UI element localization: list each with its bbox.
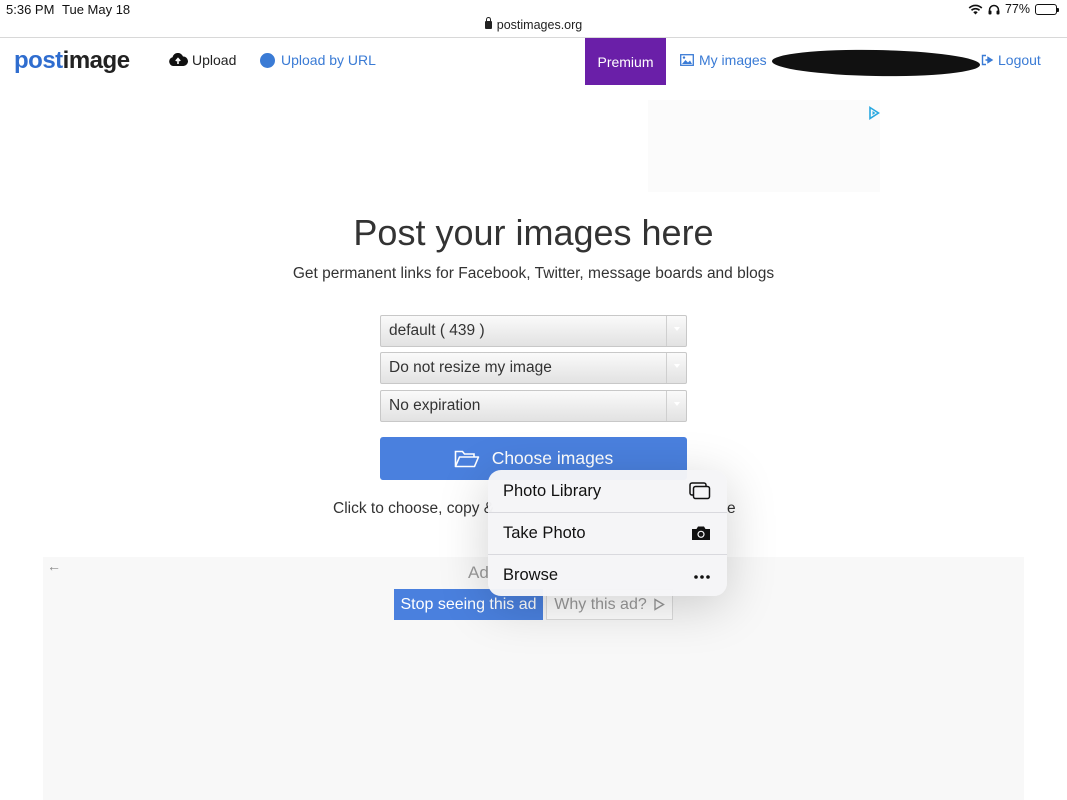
resize-select[interactable]: Do not resize my image bbox=[380, 352, 687, 384]
status-date: Tue May 18 bbox=[62, 2, 131, 17]
page-title: Post your images here bbox=[353, 212, 714, 253]
battery-percent: 77% bbox=[1004, 2, 1030, 16]
upload-by-url-link[interactable]: Upload by URL bbox=[260, 52, 376, 68]
menu-item-browse[interactable]: Browse bbox=[488, 554, 727, 596]
cloud-upload-icon bbox=[169, 53, 188, 66]
upload-hint-tail: e bbox=[727, 500, 736, 517]
camera-icon bbox=[692, 526, 710, 540]
expiration-select-value: No expiration bbox=[389, 397, 481, 414]
resize-select-value: Do not resize my image bbox=[389, 359, 552, 376]
page-subtitle: Get permanent links for Facebook, Twitte… bbox=[292, 265, 775, 282]
more-icon bbox=[694, 575, 710, 579]
redacted-username bbox=[771, 48, 981, 78]
chevron-down-icon bbox=[666, 316, 686, 346]
lock-icon bbox=[484, 17, 492, 29]
my-images-label: My images bbox=[699, 52, 767, 68]
my-images-link[interactable]: My images bbox=[680, 52, 767, 68]
file-picker-menu: Photo Library Take Photo Browse bbox=[488, 470, 727, 596]
logo-image: image bbox=[62, 47, 130, 74]
chevron-down-icon bbox=[666, 353, 686, 383]
url-text: postimages.org bbox=[496, 18, 583, 32]
site-nav: postimage Upload Upload by URL Premium M… bbox=[0, 38, 1067, 85]
globe-icon bbox=[260, 52, 275, 68]
photo-library-icon bbox=[689, 482, 711, 500]
battery-icon bbox=[1035, 3, 1059, 15]
expiration-select[interactable]: No expiration bbox=[380, 390, 687, 422]
menu-item-label: Browse bbox=[503, 566, 559, 584]
adchoices-icon bbox=[654, 598, 665, 611]
menu-item-label: Photo Library bbox=[503, 481, 602, 500]
stop-seeing-ad-label: Stop seeing this ad bbox=[400, 595, 537, 613]
upload-hint: Click to choose, copy & bbox=[333, 500, 495, 517]
logout-label: Logout bbox=[998, 52, 1041, 68]
back-arrow-icon[interactable]: ← bbox=[47, 558, 61, 574]
choose-images-label: Choose images bbox=[491, 448, 614, 468]
upload-by-url-label: Upload by URL bbox=[281, 52, 376, 68]
site-logo[interactable]: postimage bbox=[14, 47, 130, 75]
adchoices-icon[interactable] bbox=[868, 106, 880, 120]
status-time: 5:36 PM bbox=[6, 2, 55, 17]
status-indicators: 77% bbox=[968, 2, 1059, 16]
address-bar[interactable]: postimages.org bbox=[0, 17, 1067, 32]
gallery-select[interactable]: default ( 439 ) bbox=[380, 315, 687, 347]
menu-item-photo-library[interactable]: Photo Library bbox=[488, 470, 727, 512]
status-bar: 5:36 PM Tue May 18 postimages.org 77% bbox=[0, 0, 1067, 38]
menu-item-label: Take Photo bbox=[503, 524, 586, 542]
premium-button[interactable]: Premium bbox=[585, 38, 666, 85]
menu-item-take-photo[interactable]: Take Photo bbox=[488, 512, 727, 554]
why-this-ad-label: Why this ad? bbox=[554, 595, 647, 613]
upload-label: Upload bbox=[192, 52, 237, 68]
upload-link[interactable]: Upload bbox=[168, 52, 236, 68]
logout-icon bbox=[981, 54, 994, 66]
top-ad-slot bbox=[648, 100, 880, 192]
chevron-down-icon bbox=[666, 391, 686, 421]
headphones-icon bbox=[988, 4, 1000, 14]
ad-label: Ad bbox=[468, 563, 489, 582]
wifi-icon bbox=[968, 4, 983, 14]
gallery-select-value: default ( 439 ) bbox=[389, 322, 485, 339]
premium-label: Premium bbox=[597, 53, 654, 70]
folder-open-icon bbox=[454, 450, 479, 467]
image-icon bbox=[680, 54, 694, 66]
logout-link[interactable]: Logout bbox=[981, 52, 1041, 68]
logo-post: post bbox=[14, 47, 63, 74]
